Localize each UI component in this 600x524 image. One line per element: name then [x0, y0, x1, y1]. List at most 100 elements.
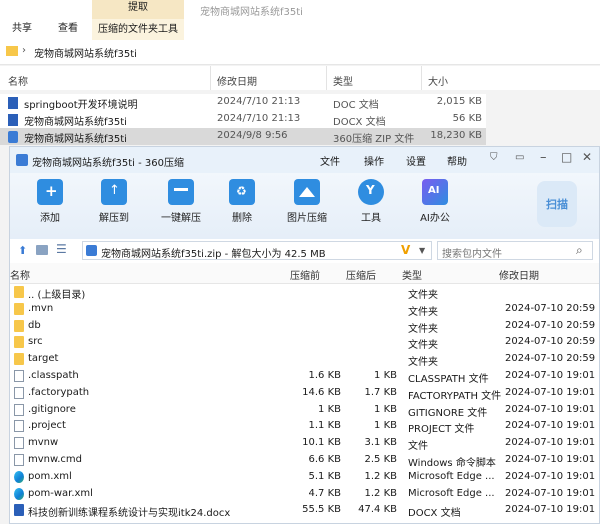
file-type: DOCX 文档 [408, 508, 461, 520]
file-name: .mvn [28, 302, 54, 314]
file-row[interactable]: db 文件夹 2024-07-10 20:59 [10, 317, 599, 335]
file-row[interactable]: mvnw.cmd 6.6 KB 2.5 KB Windows 命令脚本 2024-07-… [10, 451, 599, 469]
search-placeholder: 搜索包内文件 [442, 249, 502, 260]
file-name: src [28, 336, 43, 348]
skin-icon[interactable]: ⛉ [490, 152, 498, 163]
zip-path-box[interactable]: 宠物商城网站系统f35ti.zip - 解包大小为 42.5 MB V ▼ [82, 241, 432, 260]
up-arrow-icon[interactable]: ⬆ [18, 244, 27, 257]
extract-to-button[interactable]: ↑ 解压到 [84, 179, 144, 224]
list-view-icon[interactable]: ☰ [56, 242, 67, 256]
tab-view[interactable]: 查看 [58, 19, 78, 34]
close-icon[interactable]: ✕ [582, 150, 592, 164]
col-name[interactable]: 名称 [8, 73, 28, 88]
file-size: 56 KB [452, 113, 482, 124]
search-input[interactable]: 搜索包内文件 ⌕ [437, 241, 593, 260]
document-icon [14, 403, 24, 416]
document-icon [14, 386, 24, 399]
file-row[interactable]: .mvn 文件夹 2024-07-10 20:59 [10, 300, 599, 318]
menu-settings[interactable]: 设置 [406, 153, 426, 168]
document-icon [14, 370, 24, 382]
file-modified: 2024-07-10 19:01 [505, 454, 596, 465]
image-compress-icon [294, 179, 320, 205]
file-compressed-size: 1.1 KB [308, 420, 342, 432]
zip-window-title: 宠物商城网站系统f35ti - 360压缩 [32, 158, 184, 169]
file-row[interactable]: mvnw 10.1 KB 3.1 KB 文件 2024-07-10 19:01 [10, 434, 599, 452]
ai-office-label: AI办公 [420, 213, 450, 224]
tab-compressed-folder-tools[interactable]: 压缩的文件夹工具 [92, 19, 184, 40]
file-row[interactable]: target 文件夹 2024-07-10 20:59 [10, 350, 599, 368]
zip-archive-icon [8, 131, 18, 143]
col-compressed[interactable]: 压缩前 [290, 267, 320, 282]
address-bar[interactable]: › 宠物商城网站系统f35ti [0, 40, 600, 65]
col-after[interactable]: 压缩后 [346, 267, 376, 282]
chevron-right-icon: › [22, 45, 26, 56]
ai-office-button[interactable]: AI AI办公 [405, 179, 465, 224]
menu-help[interactable]: 帮助 [447, 153, 467, 168]
delete-button[interactable]: ♻ 删除 [212, 179, 272, 224]
file-type: GITIGNORE 文件 [408, 407, 488, 419]
file-row[interactable]: .gitignore 1 KB 1 KB GITIGNORE 文件 2024-07-10… [10, 401, 599, 419]
file-name: pom-war.xml [28, 487, 93, 499]
col-name[interactable]: 名称 [10, 267, 30, 282]
explorer-row[interactable]: springboot开发环境说明 2024/7/10 21:13 DOC 文档 … [0, 94, 486, 111]
tab-share[interactable]: 共享 [12, 19, 32, 34]
file-name: .. (上级目录) [28, 290, 86, 301]
file-row[interactable]: .classpath 1.6 KB 1 KB CLASSPATH 文件 2024-07-… [10, 367, 599, 385]
file-type: Windows 命令脚本 [408, 458, 496, 469]
file-row[interactable]: .. (上级目录) 文件夹 [10, 283, 599, 301]
scan-button[interactable]: 扫描 [537, 181, 577, 227]
view-toggle-icon[interactable] [36, 245, 48, 255]
menu-operate[interactable]: 操作 [364, 153, 384, 168]
file-modified: 2024-07-10 20:59 [505, 302, 596, 314]
file-modified: 2024-07-10 20:59 [505, 319, 596, 331]
tools-button[interactable]: Y 工具 [341, 179, 401, 224]
word-doc-icon [14, 504, 24, 517]
add-button[interactable]: + 添加 [20, 179, 80, 224]
file-row[interactable]: .factorypath 14.6 KB 1.7 KB FACTORYPATH 文件 2… [10, 384, 599, 402]
zip-file-icon [86, 245, 97, 256]
file-row[interactable]: 科技创新训练课程系统设计与实现itk24.docx 55.5 KB 47.4 KB D… [10, 501, 599, 520]
col-type[interactable]: 类型 [402, 267, 422, 282]
col-size[interactable]: 大小 [428, 73, 448, 88]
explorer-row-selected[interactable]: 宠物商城网站系统f35ti 2024/9/8 9:56 360压缩 ZIP 文件… [0, 128, 486, 145]
file-modified: 2024-07-10 19:01 [505, 437, 596, 449]
search-icon[interactable]: ⌕ [576, 243, 583, 258]
zip-titlebar[interactable]: 宠物商城网站系统f35ti - 360压缩 文件 操作 设置 帮助 ⛉ ▭ – … [10, 147, 599, 173]
col-date[interactable]: 修改日期 [217, 73, 257, 88]
feedback-icon[interactable]: ▭ [515, 152, 524, 163]
column-divider [421, 66, 422, 90]
file-name: mvnw.cmd [28, 454, 83, 465]
file-row[interactable]: pom.xml 5.1 KB 1.2 KB Microsoft Edge ... 202… [10, 468, 599, 485]
file-modified: 2024-07-10 20:59 [505, 353, 596, 365]
column-divider [326, 66, 327, 90]
file-compressed-size: 1.6 KB [308, 370, 342, 381]
col-type[interactable]: 类型 [333, 73, 353, 88]
zip-file-list: .. (上级目录) 文件夹 .mvn 文件夹 2024-07-10 20:59 db 文件夹… [10, 283, 599, 523]
file-row[interactable]: .project 1.1 KB 1 KB PROJECT 文件 2024-07-10 1… [10, 417, 599, 435]
maximize-icon[interactable]: □ [561, 150, 572, 164]
file-row[interactable]: src 文件夹 2024-07-10 20:59 [10, 333, 599, 352]
document-icon [14, 437, 24, 450]
file-name: db [28, 319, 41, 331]
file-name: 宠物商城网站系统f35ti [24, 117, 127, 128]
file-size-after: 1.2 KB [364, 487, 398, 499]
v-logo-icon: V [401, 243, 411, 257]
chevron-down-icon[interactable]: ▼ [419, 246, 425, 255]
menu-file[interactable]: 文件 [320, 153, 340, 168]
minimize-icon[interactable]: – [540, 150, 547, 165]
file-type: 文件夹 [408, 340, 438, 352]
context-header-extract[interactable]: 提取 [92, 0, 184, 19]
file-modified: 2024-07-10 19:01 [505, 403, 596, 415]
file-compressed-size: 6.6 KB [308, 454, 342, 465]
col-modified[interactable]: 修改日期 [499, 267, 539, 282]
file-name: pom.xml [28, 470, 72, 482]
zip-column-header: 名称 压缩前 压缩后 类型 修改日期 [10, 263, 599, 284]
file-size: 2,015 KB [436, 96, 482, 107]
file-row[interactable]: pom-war.xml 4.7 KB 1.2 KB Microsoft Edge ..… [10, 485, 599, 502]
folder-icon [14, 319, 24, 332]
address-path: 宠物商城网站系统f35ti [34, 49, 137, 60]
image-compress-button[interactable]: 图片压缩 [277, 179, 337, 224]
explorer-row[interactable]: 宠物商城网站系统f35ti 2024/7/10 21:13 DOCX 文档 56… [0, 111, 486, 128]
edge-browser-icon [14, 470, 24, 483]
one-click-extract-button[interactable]: 一键解压 [148, 179, 214, 224]
